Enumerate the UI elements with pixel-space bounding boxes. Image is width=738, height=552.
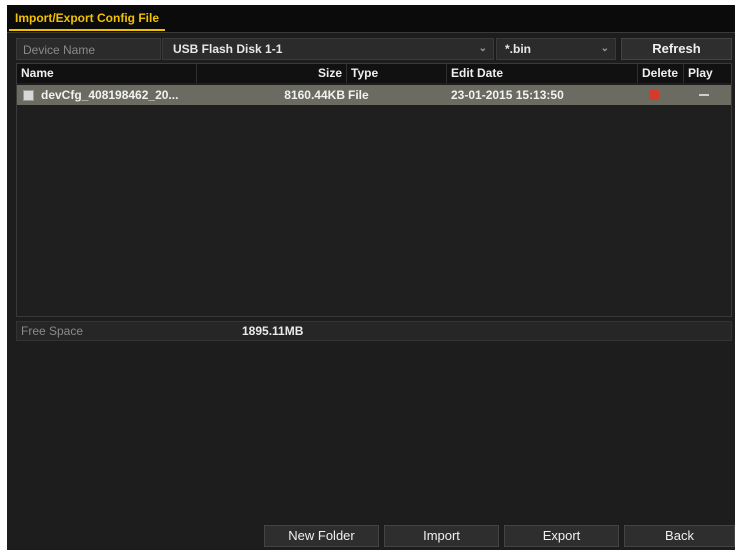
import-button[interactable]: Import <box>384 525 499 547</box>
file-icon <box>23 90 34 101</box>
col-delete[interactable]: Delete <box>638 64 684 83</box>
col-play[interactable]: Play <box>684 64 731 83</box>
col-edit-date[interactable]: Edit Date <box>447 64 638 83</box>
device-select[interactable]: USB Flash Disk 1-1 ⌄ <box>162 38 494 60</box>
play-icon[interactable] <box>699 94 709 96</box>
device-row: Device Name USB Flash Disk 1-1 ⌄ *.bin ⌄… <box>16 38 732 60</box>
tab-import-export-config[interactable]: Import/Export Config File <box>9 7 165 31</box>
config-file-window: Import/Export Config File Device Name US… <box>7 5 735 550</box>
chevron-down-icon: ⌄ <box>478 43 487 54</box>
delete-icon[interactable] <box>649 90 659 100</box>
chevron-down-icon: ⌄ <box>600 43 609 54</box>
table-row[interactable]: devCfg_408198462_20... 8160.44KB File 23… <box>17 85 731 105</box>
file-type-value: *.bin <box>505 42 531 56</box>
cell-name: devCfg_408198462_20... <box>41 88 179 102</box>
cell-type: File <box>348 88 369 102</box>
col-type[interactable]: Type <box>347 64 447 83</box>
col-name[interactable]: Name <box>17 64 197 83</box>
new-folder-button[interactable]: New Folder <box>264 525 379 547</box>
tab-bar: Import/Export Config File <box>7 5 735 33</box>
cell-edit-date: 23-01-2015 15:13:50 <box>451 88 564 102</box>
device-name-label: Device Name <box>16 38 161 60</box>
device-select-value: USB Flash Disk 1-1 <box>173 42 283 56</box>
back-button[interactable]: Back <box>624 525 735 547</box>
free-space-row: Free Space 1895.11MB <box>16 321 732 341</box>
col-size[interactable]: Size <box>197 64 347 83</box>
table-header: Name Size Type Edit Date Delete Play <box>17 64 731 83</box>
cell-size: 8160.44KB <box>284 88 345 102</box>
free-space-value: 1895.11MB <box>242 324 304 338</box>
free-space-label: Free Space <box>21 324 84 338</box>
export-button[interactable]: Export <box>504 525 619 547</box>
file-type-select[interactable]: *.bin ⌄ <box>496 38 616 60</box>
refresh-button[interactable]: Refresh <box>621 38 732 60</box>
file-table: Name Size Type Edit Date Delete Play dev… <box>16 63 732 317</box>
